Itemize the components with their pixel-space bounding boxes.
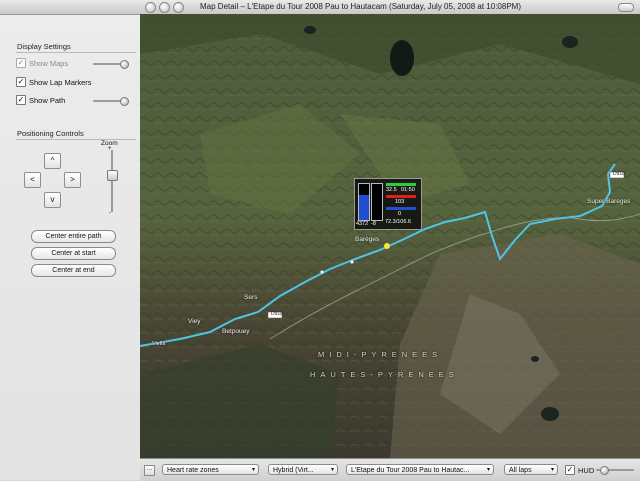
hud-toggle-row: ✓ HUD — [565, 465, 594, 475]
hud-checkbox-label: HUD — [578, 465, 595, 475]
show-path-checkbox[interactable]: ✓ — [16, 95, 26, 105]
map-window-titlebar: Map Detail – L'Etape du Tour 2008 Pau to… — [140, 0, 640, 15]
show-maps-label: Show Maps — [29, 58, 69, 68]
map-type-select[interactable]: Hybrid (Virt... ▾ — [268, 464, 338, 475]
section-divider — [16, 139, 136, 140]
center-entire-path-button[interactable]: Center entire path — [31, 230, 116, 243]
hud-time-value: 01:50 — [401, 187, 415, 193]
hud-cadence-value: 0 — [398, 211, 402, 217]
region-label-hautes-pyrenees: HAUTES-PYRENEES — [310, 370, 459, 379]
chevron-down-icon: ▾ — [330, 467, 334, 473]
hud-elevation-value: 4372 — [356, 221, 369, 227]
zoom-slider[interactable] — [107, 150, 118, 212]
activity-select[interactable]: L'Etape du Tour 2008 Pau to Hautac... ▾ — [346, 464, 494, 475]
section-divider — [16, 52, 136, 53]
chevron-down-icon: ▾ — [251, 467, 255, 473]
display-settings-panel: Display Settings ✓ Show Maps ✓ Show Lap … — [0, 0, 141, 480]
hud-checkbox[interactable]: ✓ — [565, 465, 575, 475]
lap-marker — [320, 270, 324, 274]
laps-select-value: All laps — [509, 467, 532, 474]
zoom-slider-knob[interactable] — [107, 170, 118, 181]
current-position-marker — [384, 243, 390, 249]
slider-knob[interactable] — [120, 60, 129, 69]
hud-speed-value: 32.5 — [386, 187, 397, 193]
window-title: Map Detail – L'Etape du Tour 2008 Pau to… — [200, 2, 521, 11]
town-label-viey: Viey — [188, 318, 201, 325]
show-lap-markers-row: ✓ Show Lap Markers — [16, 77, 92, 87]
pan-right-button[interactable]: > — [64, 172, 81, 188]
zoom-minus-label: - — [109, 210, 111, 216]
hud-distance-value: 72.3/106.6 — [385, 219, 411, 225]
chevron-down-icon: ▾ — [550, 467, 554, 473]
zoom-slider-track — [111, 150, 113, 212]
slider-knob[interactable] — [120, 97, 129, 106]
slider-knob[interactable] — [600, 466, 609, 475]
center-at-start-button[interactable]: Center at start — [31, 247, 116, 260]
center-at-end-button[interactable]: Center at end — [31, 264, 116, 277]
close-button[interactable] — [145, 2, 156, 13]
positioning-controls-title: Positioning Controls — [17, 129, 84, 138]
minimize-button[interactable] — [159, 2, 170, 13]
activity-select-value: L'Etape du Tour 2008 Pau to Hautac... — [351, 467, 470, 474]
zones-select-value: Heart rate zones — [167, 467, 219, 474]
display-settings-title: Display Settings — [17, 42, 71, 51]
show-lap-markers-checkbox[interactable]: ✓ — [16, 77, 26, 87]
show-lap-markers-label: Show Lap Markers — [29, 77, 92, 87]
show-maps-checkbox[interactable]: ✓ — [16, 58, 26, 68]
map-detail-window: Map Detail – L'Etape du Tour 2008 Pau to… — [140, 0, 640, 480]
cadence-gauge — [386, 207, 416, 210]
pan-up-button[interactable]: ^ — [44, 153, 61, 169]
road-label-d918: D918 — [613, 171, 625, 177]
pan-left-button[interactable]: < — [24, 172, 41, 188]
lap-marker — [350, 260, 354, 264]
show-maps-row: ✓ Show Maps — [16, 58, 68, 68]
town-label-sers: Sers — [244, 294, 258, 301]
grade-bar — [371, 183, 383, 221]
hud-opacity-slider[interactable] — [596, 465, 634, 475]
path-width-slider[interactable] — [93, 96, 129, 106]
hud-heart-rate-value: 103 — [395, 199, 405, 205]
pan-down-button[interactable]: v — [44, 192, 61, 208]
hud-overlay[interactable]: 4372 -8 32.5 01:50 103 0 72.3/106.6 — [354, 178, 422, 230]
options-button[interactable]: ... — [144, 465, 155, 476]
road-label-d918: D918 — [271, 311, 283, 317]
hud-grade-value: -8 — [371, 221, 376, 227]
laps-select[interactable]: All laps ▾ — [504, 464, 558, 475]
zones-select[interactable]: Heart rate zones ▾ — [162, 464, 259, 475]
elevation-fill — [359, 194, 369, 220]
satellite-map[interactable]: D918 D918 Viey Sers Betpouey Barèges Sup… — [140, 14, 640, 458]
speed-gauge — [386, 183, 416, 186]
chevron-down-icon: ▾ — [486, 467, 490, 473]
map-bottom-toolbar: ... Heart rate zones ▾ Hybrid (Virt... ▾… — [140, 458, 640, 481]
town-label-bareges: Barèges — [355, 236, 380, 243]
zoom-window-button[interactable] — [173, 2, 184, 13]
elevation-bar — [358, 183, 370, 221]
path-start-label: Viella — [152, 341, 166, 347]
region-label-midi-pyrenees: MIDI-PYRENEES — [318, 350, 443, 359]
town-label-super-bareges: Super Bareges — [587, 198, 631, 205]
map-opacity-slider[interactable] — [93, 59, 129, 69]
show-path-row: ✓ Show Path — [16, 95, 65, 105]
map-imagery — [140, 14, 640, 458]
map-type-select-value: Hybrid (Virt... — [273, 467, 314, 474]
town-label-betpouey: Betpouey — [222, 328, 250, 335]
toolbar-toggle-button[interactable] — [618, 3, 634, 12]
heart-rate-gauge — [386, 195, 416, 198]
left-panel-titlebar — [0, 0, 140, 15]
show-path-label: Show Path — [29, 95, 66, 105]
